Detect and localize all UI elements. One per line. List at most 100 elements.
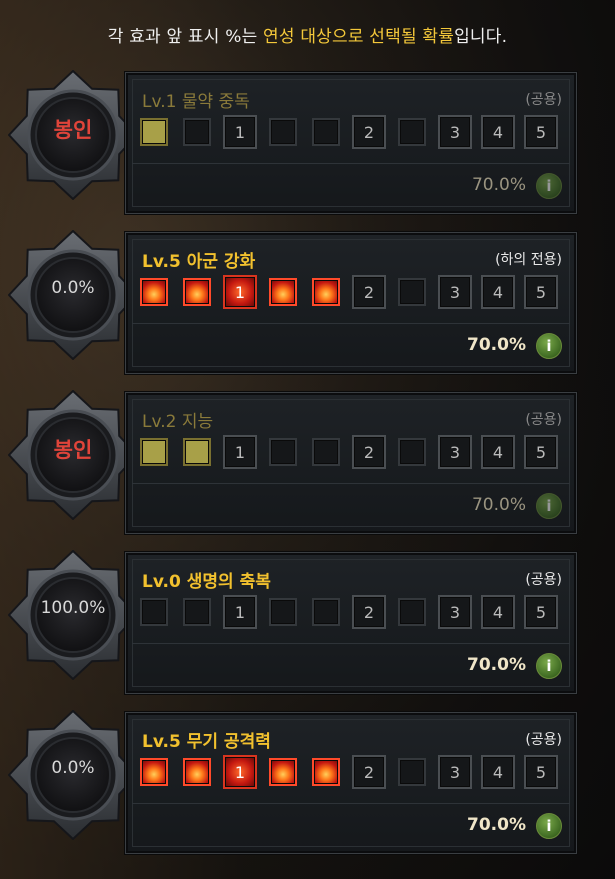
effect-percent: 70.0% [471,495,526,515]
slot-number: 5 [535,602,547,622]
level-slot: 5 [524,115,558,149]
level-slot: 5 [524,595,558,629]
level-slot: 2 [352,435,386,469]
info-icon[interactable]: i [536,173,562,199]
effect-card: 봉인 Lv.1 물약 중독 (공용) 12345 70.0% i [0,60,615,220]
level-slot: 3 [438,435,472,469]
effect-tag: (공용) [525,732,562,748]
level-slot: 5 [524,755,558,789]
slot-number: 2 [363,122,375,142]
level-slot [269,438,297,466]
slot-number: 5 [535,762,547,782]
effect-percent: 70.0% [467,335,526,355]
level-slot [183,278,211,306]
effect-percent: 70.0% [471,175,526,195]
probability-notice: 각 효과 앞 표시 %는 연성 대상으로 선택될 확률입니다. [0,22,615,47]
slot-number: 2 [363,762,375,782]
slot-number: 5 [535,122,547,142]
slot-number: 4 [492,282,504,302]
level-slot: 4 [481,275,515,309]
level-slot [269,278,297,306]
effect-panel: Lv.5 아군 강화 (하의 전용) 1 2 3 4 5 70.0% i [125,232,577,374]
info-icon[interactable]: i [536,653,562,679]
effect-card: 100.0% Lv.0 생명의 축복 (공용) 12345 70.0% i [0,540,615,700]
slot-number: 5 [535,442,547,462]
level-slot: 2 [352,595,386,629]
effect-panel: Lv.1 물약 중독 (공용) 1 2 3 4 5 70.0% i [125,72,577,214]
slot-number: 1 [234,602,246,622]
effect-card: 0.0% Lv.5 무기 공격력 (공용) 12345 70.0% i [0,700,615,860]
level-slot [312,598,340,626]
level-slot: 1 [223,115,257,149]
emblem-frame-icon [8,390,138,520]
level-slot: 1 [223,595,257,629]
slot-number: 4 [492,762,504,782]
effect-title: Lv.5 무기 공격력 [142,732,271,752]
effect-card: 봉인 Lv.2 지능 (공용) 12345 70.0% i [0,380,615,540]
level-slot [398,278,426,306]
level-slot: 2 [352,755,386,789]
level-slot [312,438,340,466]
notice-highlight: 연성 대상으로 선택될 확률 [263,27,455,47]
level-slot: 1 [223,275,257,309]
level-slot: 3 [438,755,472,789]
effect-title: Lv.0 생명의 축복 [142,572,271,592]
level-slot: 4 [481,435,515,469]
level-slot [269,598,297,626]
level-slot [312,118,340,146]
slot-number: 3 [449,122,461,142]
slot-number: 3 [449,602,461,622]
info-icon[interactable]: i [536,813,562,839]
slot-number: 5 [535,282,547,302]
level-slot: 4 [481,755,515,789]
effect-card: 0.0% Lv.5 아군 강화 (하의 전용) 12345 70.0% i [0,220,615,380]
level-slot: 2 [352,275,386,309]
level-slot [183,758,211,786]
level-slot [183,438,211,466]
slot-number: 3 [449,282,461,302]
slot-number: 3 [449,442,461,462]
level-slot [183,118,211,146]
effect-title: Lv.5 아군 강화 [142,252,256,272]
level-slot [398,438,426,466]
slot-number: 1 [234,122,246,142]
level-slot [140,598,168,626]
level-slot [140,278,168,306]
level-slot [140,118,168,146]
effect-title: Lv.1 물약 중독 [142,92,250,112]
notice-prefix: 각 효과 앞 표시 %는 [107,27,264,47]
level-slot [140,438,168,466]
level-slot: 5 [524,435,558,469]
level-slot [269,118,297,146]
slot-number: 4 [492,442,504,462]
level-slot [312,758,340,786]
effect-title: Lv.2 지능 [142,412,214,432]
slot-number: 1 [234,282,246,302]
info-icon[interactable]: i [536,493,562,519]
level-slot: 3 [438,275,472,309]
slot-number: 4 [492,122,504,142]
effect-tag: (하의 전용) [495,252,562,268]
effect-tag: (공용) [525,412,562,428]
level-slot: 5 [524,275,558,309]
level-slot [312,278,340,306]
level-slot: 1 [223,755,257,789]
slot-number: 3 [449,762,461,782]
slot-number: 1 [234,762,246,782]
level-slot: 3 [438,115,472,149]
level-slot [398,758,426,786]
level-slot: 2 [352,115,386,149]
effect-tag: (공용) [525,92,562,108]
effect-panel: Lv.5 무기 공격력 (공용) 1 2 3 4 5 70.0% i [125,712,577,854]
slot-number: 2 [363,602,375,622]
info-icon[interactable]: i [536,333,562,359]
notice-suffix: 입니다. [454,27,508,47]
effect-tag: (공용) [525,572,562,588]
level-slot [398,118,426,146]
effect-percent: 70.0% [467,815,526,835]
emblem-frame-icon [8,230,138,360]
level-slot [269,758,297,786]
slot-number: 1 [234,442,246,462]
slot-number: 2 [363,442,375,462]
emblem-frame-icon [8,710,138,840]
